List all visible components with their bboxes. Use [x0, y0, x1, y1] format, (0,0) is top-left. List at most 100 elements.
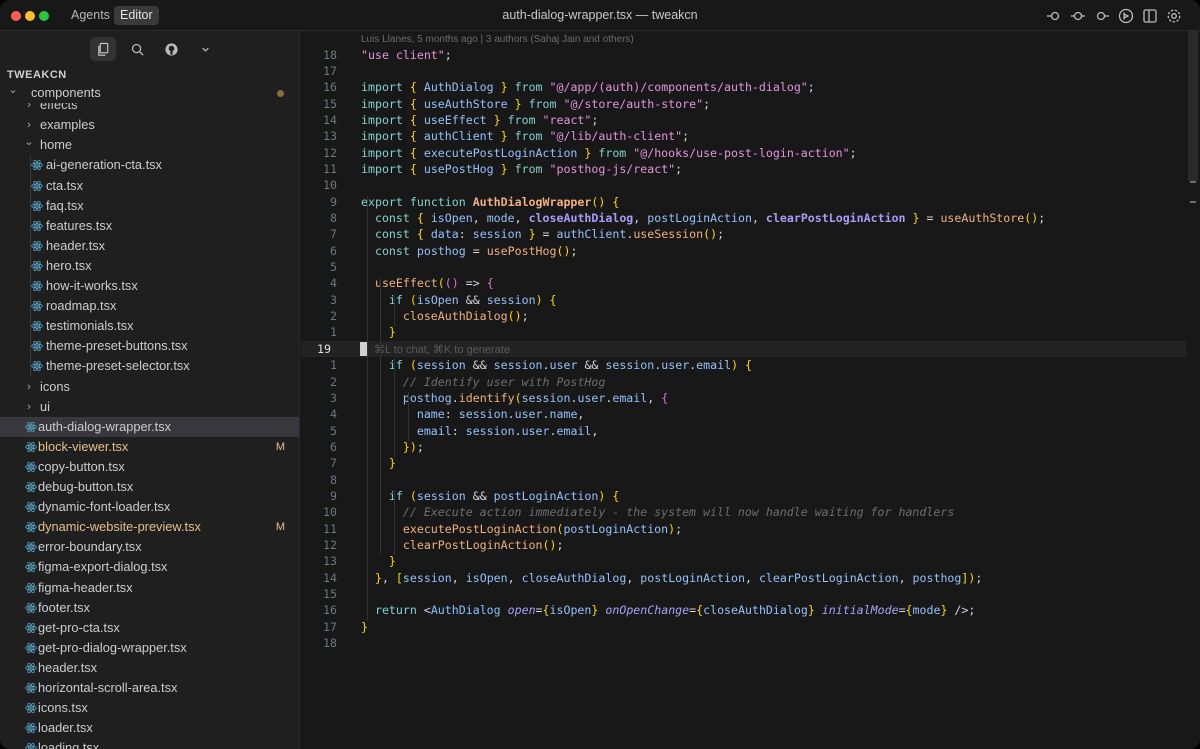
tree-file[interactable]: auth-dialog-wrapper.tsx — [0, 416, 299, 437]
react-file-icon — [31, 361, 43, 372]
code-line[interactable]: 4 useEffect(() => { — [301, 275, 1186, 291]
code-line[interactable]: 14 }, [session, isOpen, closeAuthDialog,… — [301, 570, 1186, 586]
tree-file[interactable]: roadmap.tsx — [0, 296, 299, 316]
code-line[interactable]: 5 email: session.user.email, — [301, 423, 1186, 439]
tree-folder[interactable]: ⌄ home — [0, 135, 299, 155]
cursor-logo-icon[interactable] — [1114, 7, 1138, 25]
tree-folder[interactable]: › icons — [0, 377, 299, 397]
code-line[interactable]: 9 if (session && postLoginAction) { — [301, 488, 1186, 504]
tree-file[interactable]: block-viewer.tsx M — [0, 437, 299, 457]
tree-file[interactable]: hero.tsx — [0, 256, 299, 276]
code-line[interactable]: 6 }); — [301, 439, 1186, 455]
editor-scrollbar[interactable] — [1186, 31, 1200, 749]
react-file-icon — [25, 642, 37, 653]
tree-file[interactable]: cta.tsx — [0, 176, 299, 196]
code-line[interactable]: 4 name: session.user.name, — [301, 406, 1186, 422]
code-line[interactable]: 5 — [301, 259, 1186, 275]
code-text: import { usePostHog } from "posthog-js/r… — [361, 161, 683, 176]
tree-file[interactable]: horizontal-scroll-area.tsx — [0, 678, 299, 698]
code-line[interactable]: 10 — [301, 177, 1186, 193]
tree-file[interactable]: loading.tsx — [0, 738, 299, 749]
search-icon[interactable] — [124, 37, 150, 61]
tree-file[interactable]: faq.tsx — [0, 196, 299, 216]
code-line[interactable]: 3 posthog.identify(session.user.email, { — [301, 390, 1186, 406]
tree-file[interactable]: loader.tsx — [0, 718, 299, 738]
code-line[interactable]: 9 export function AuthDialogWrapper() { — [301, 194, 1186, 210]
settings-icon[interactable] — [1162, 7, 1186, 25]
code-line[interactable]: 7 const { data: session } = authClient.u… — [301, 226, 1186, 242]
tree-item-label: how-it-works.tsx — [46, 278, 138, 293]
tree-file[interactable]: header.tsx — [0, 658, 299, 678]
code-editor[interactable]: Luis Llanes, 5 months ago | 3 authors (S… — [301, 31, 1200, 749]
code-line[interactable]: 7 } — [301, 455, 1186, 471]
titlebar-toolbar — [1042, 7, 1186, 25]
code-line[interactable]: 8 const { isOpen, mode, closeAuthDialog,… — [301, 210, 1186, 226]
tree-file[interactable]: features.tsx — [0, 216, 299, 236]
tree-file[interactable]: how-it-works.tsx — [0, 276, 299, 296]
tree-folder[interactable]: ⌄ components — [0, 83, 299, 104]
tree-file[interactable]: dynamic-website-preview.tsx M — [0, 517, 299, 537]
tree-file[interactable]: get-pro-cta.tsx — [0, 618, 299, 638]
code-line[interactable]: 15 import { useAuthStore } from "@/store/… — [301, 96, 1186, 112]
code-line[interactable]: 17 — [301, 63, 1186, 79]
code-line[interactable]: 16 import { AuthDialog } from "@/app/(aut… — [301, 79, 1186, 95]
tree-item-label: features.tsx — [46, 217, 113, 233]
code-text: import { authClient } from "@/lib/auth-c… — [361, 129, 690, 144]
code-text: const { data: session } = authClient.use… — [374, 227, 725, 242]
code-line[interactable]: 12 import { executePostLoginAction } from… — [301, 145, 1186, 161]
code-line[interactable]: 11 executePostLoginAction(postLoginActio… — [301, 521, 1186, 537]
line-number: 15 — [323, 587, 337, 602]
code-line[interactable]: 1 if (session && session.user && session… — [301, 357, 1186, 373]
tree-file[interactable]: error-boundary.tsx — [0, 537, 299, 557]
tree-file[interactable]: theme-preset-buttons.tsx — [0, 336, 299, 356]
code-line[interactable]: 14 import { useEffect } from "react"; — [301, 112, 1186, 128]
toggle-left-icon[interactable] — [1042, 7, 1066, 25]
code-line[interactable]: 11 import { usePostHog } from "posthog-js… — [301, 161, 1186, 177]
tree-file[interactable]: dynamic-font-loader.tsx — [0, 497, 299, 517]
code-line[interactable]: 12 clearPostLoginAction(); — [301, 537, 1186, 553]
tree-file[interactable]: get-pro-dialog-wrapper.tsx — [0, 638, 299, 658]
toggle-right-icon[interactable] — [1090, 7, 1114, 25]
code-line[interactable]: 3 if (isOpen && session) { — [301, 292, 1186, 308]
tree-file[interactable]: copy-button.tsx — [0, 457, 299, 477]
scrollbar-thumb[interactable] — [1188, 31, 1198, 181]
split-panel-icon[interactable] — [1138, 7, 1162, 25]
github-icon[interactable] — [158, 37, 184, 61]
code-line[interactable]: 13 } — [301, 553, 1186, 569]
code-line[interactable]: 10 // Execute action immediately - the s… — [301, 504, 1186, 520]
code-line[interactable]: 1 } — [301, 324, 1186, 340]
tree-file[interactable]: icons.tsx — [0, 698, 299, 718]
tree-file[interactable]: header.tsx — [0, 236, 299, 256]
code-line[interactable]: 15 — [301, 586, 1186, 602]
chevron-down-icon[interactable] — [192, 37, 218, 61]
tree-file[interactable]: debug-button.tsx — [0, 477, 299, 497]
code-line[interactable]: 18 — [301, 635, 1186, 651]
tree-file[interactable]: figma-export-dialog.tsx — [0, 557, 299, 577]
code-line[interactable]: 2 // Identify user with PostHog — [301, 374, 1186, 390]
line-number: 10 — [323, 178, 337, 193]
tree-file[interactable]: figma-header.tsx — [0, 578, 299, 598]
overview-ruler-mark — [1190, 201, 1196, 203]
code-text: export function AuthDialogWrapper() { — [361, 194, 620, 209]
code-line[interactable]: 17} — [301, 619, 1186, 635]
indent-guide — [394, 359, 395, 458]
tree-file[interactable]: theme-preset-selector.tsx — [0, 356, 299, 376]
tree-file[interactable]: testimonials.tsx — [0, 316, 299, 336]
code-line[interactable]: 18 "use client"; — [301, 47, 1186, 63]
files-icon[interactable] — [90, 37, 116, 61]
code-line[interactable]: 13 import { authClient } from "@/lib/auth… — [301, 128, 1186, 144]
code-line[interactable]: 2 closeAuthDialog(); — [301, 308, 1186, 324]
tree-folder[interactable]: › examples — [0, 115, 299, 135]
tree-folder[interactable]: › ui — [0, 397, 299, 417]
toggle-center-icon[interactable] — [1066, 7, 1090, 25]
code-line[interactable]: 6 const posthog = usePostHog(); — [301, 243, 1186, 259]
tree-file[interactable]: ai-generation-cta.tsx — [0, 155, 299, 175]
tree-file[interactable]: footer.tsx — [0, 598, 299, 618]
cursor-line[interactable]: 19 ⌘L to chat, ⌘K to generate — [301, 340, 1186, 358]
code-text: ⌘L to chat, ⌘K to generate — [374, 341, 510, 358]
react-file-icon — [25, 481, 37, 493]
code-line[interactable]: 8 — [301, 472, 1186, 488]
code-line[interactable]: 16 return <AuthDialog open={isOpen} onOp… — [301, 602, 1186, 618]
line-number: 14 — [323, 112, 337, 127]
tree-item-label: components — [31, 85, 101, 100]
